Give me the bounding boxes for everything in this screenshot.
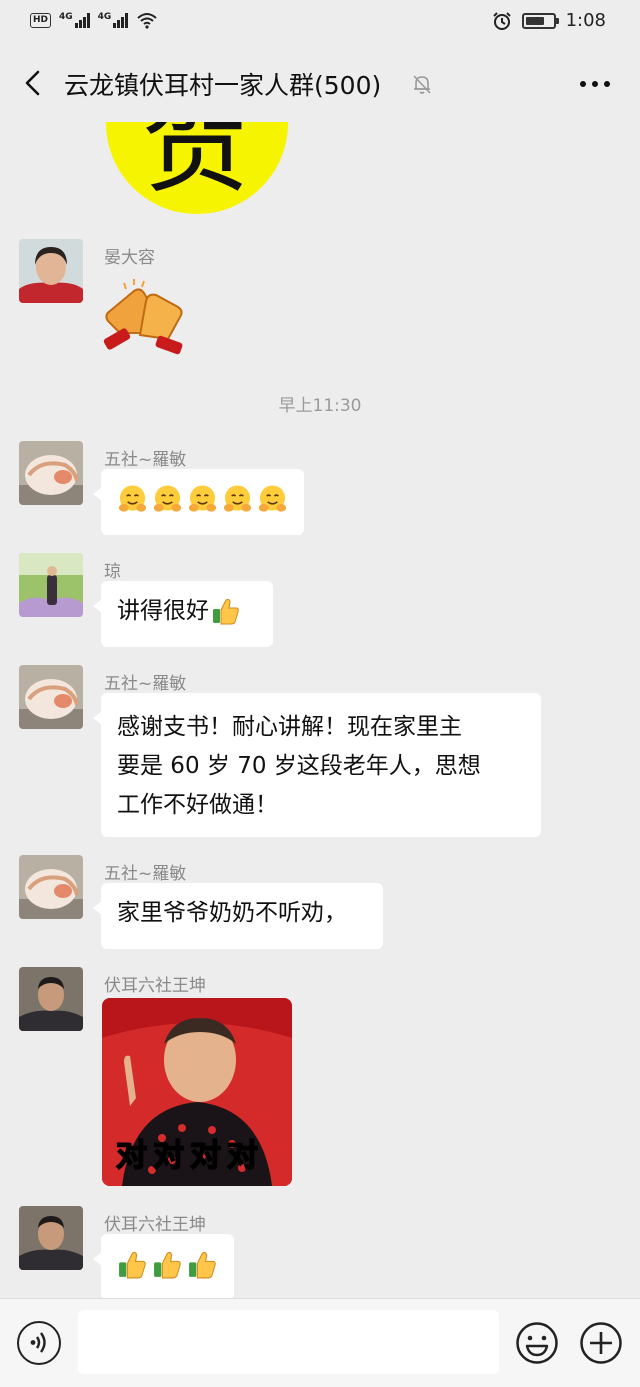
- sender-name: 五社~羅敏: [104, 450, 187, 470]
- message-bubble[interactable]: [93, 469, 304, 535]
- message-text: 讲得很好: [117, 598, 209, 624]
- message-input[interactable]: [78, 1310, 499, 1374]
- avatar-photo: [19, 239, 83, 303]
- muted-bell-icon: [413, 75, 431, 94]
- hugging-face-emoji: [153, 485, 182, 512]
- hugging-face-emoji: [258, 485, 287, 512]
- input-toolbar: [0, 1298, 640, 1387]
- network-type-label: 4G: [97, 12, 112, 22]
- sender-name: 伏耳六社王坤: [104, 1215, 206, 1235]
- sticker-caption: 对对对对: [115, 1137, 264, 1175]
- status-bar: HD 4G 4G 1:08: [0, 0, 640, 44]
- thumbs-up-emoji: [189, 1251, 216, 1278]
- message-text-line: 要是 60 岁 70 岁这段老年人，思想: [117, 753, 481, 779]
- voice-icon: [30, 1332, 46, 1353]
- chat-header: 云龙镇伏耳村一家人群(500): [0, 44, 640, 122]
- avatar[interactable]: [19, 441, 83, 505]
- sticker-message[interactable]: 对对对对: [102, 998, 292, 1186]
- wifi-icon: [137, 13, 157, 29]
- sender-name: 伏耳六社王坤: [104, 976, 206, 996]
- more-actions-button[interactable]: [579, 1321, 623, 1365]
- status-left: HD 4G 4G: [30, 11, 158, 29]
- voice-input-button[interactable]: [17, 1321, 61, 1365]
- hd-voice-icon: HD: [30, 12, 52, 28]
- avatar-photo: [19, 553, 83, 617]
- message-text-line: 感谢支书！耐心讲解！现在家里主: [117, 714, 462, 740]
- message-text-line: 工作不好做通！: [117, 792, 278, 818]
- message-text: 家里爷爷奶奶不听劝，: [117, 900, 347, 926]
- thumbs-up-emoji: [213, 598, 239, 625]
- clapping-hands-emoji[interactable]: [100, 277, 192, 357]
- alarm-clock-icon: [492, 11, 511, 30]
- avatar[interactable]: [19, 553, 83, 617]
- hugging-face-emoji-row: [117, 480, 288, 518]
- sender-name: 晏大容: [104, 248, 155, 268]
- sticker-message[interactable]: 贺: [106, 122, 288, 214]
- avatar[interactable]: [19, 1206, 83, 1270]
- network-type-label: 4G: [59, 12, 73, 22]
- avatar-photo: [19, 967, 83, 1031]
- avatar-photo: [19, 665, 83, 729]
- avatar-photo: [19, 441, 83, 505]
- message-bubble[interactable]: 讲得很好: [93, 581, 273, 647]
- avatar[interactable]: [19, 967, 83, 1031]
- back-arrow-icon[interactable]: [18, 66, 50, 100]
- battery-icon: [521, 12, 559, 29]
- hugging-face-emoji: [188, 485, 217, 512]
- thumbs-up-emoji: [154, 1251, 181, 1278]
- chat-title: 云龙镇伏耳村一家人群(500): [64, 71, 382, 100]
- signal-icon: 4G: [59, 12, 90, 28]
- hugging-face-emoji: [223, 485, 252, 512]
- avatar[interactable]: [19, 239, 83, 303]
- hugging-face-emoji: [118, 485, 147, 512]
- battery-level: [525, 16, 544, 25]
- message-list[interactable]: 贺 晏大容 早上11:30 五社~羅敏 琼 讲得很好 五社~羅敏 感谢支书！耐心…: [0, 122, 640, 1298]
- message-bubble[interactable]: 家里爷爷奶奶不听劝，: [93, 883, 383, 949]
- sender-name: 五社~羅敏: [104, 864, 187, 884]
- sender-name: 五社~羅敏: [104, 674, 187, 694]
- avatar[interactable]: [19, 665, 83, 729]
- signal-icon: 4G: [98, 12, 129, 28]
- more-options-icon[interactable]: [578, 74, 612, 94]
- clock-time: 1:08: [565, 10, 606, 31]
- avatar-photo: [19, 1206, 83, 1270]
- avatar-photo: [19, 855, 83, 919]
- thumbs-up-emoji-row: [117, 1245, 218, 1283]
- message-bubble[interactable]: 感谢支书！耐心讲解！现在家里主 要是 60 岁 70 岁这段老年人，思想 工作不…: [93, 693, 541, 837]
- message-content: 讲得很好: [117, 592, 257, 630]
- avatar[interactable]: [19, 855, 83, 919]
- message-timestamp: 早上11:30: [278, 396, 362, 416]
- sticker-text: 贺: [142, 122, 252, 208]
- sender-name: 琼: [104, 562, 121, 582]
- status-right: 1:08: [492, 10, 606, 31]
- emoji-button[interactable]: [515, 1321, 559, 1365]
- message-bubble[interactable]: [93, 1234, 234, 1298]
- thumbs-up-emoji: [119, 1251, 146, 1278]
